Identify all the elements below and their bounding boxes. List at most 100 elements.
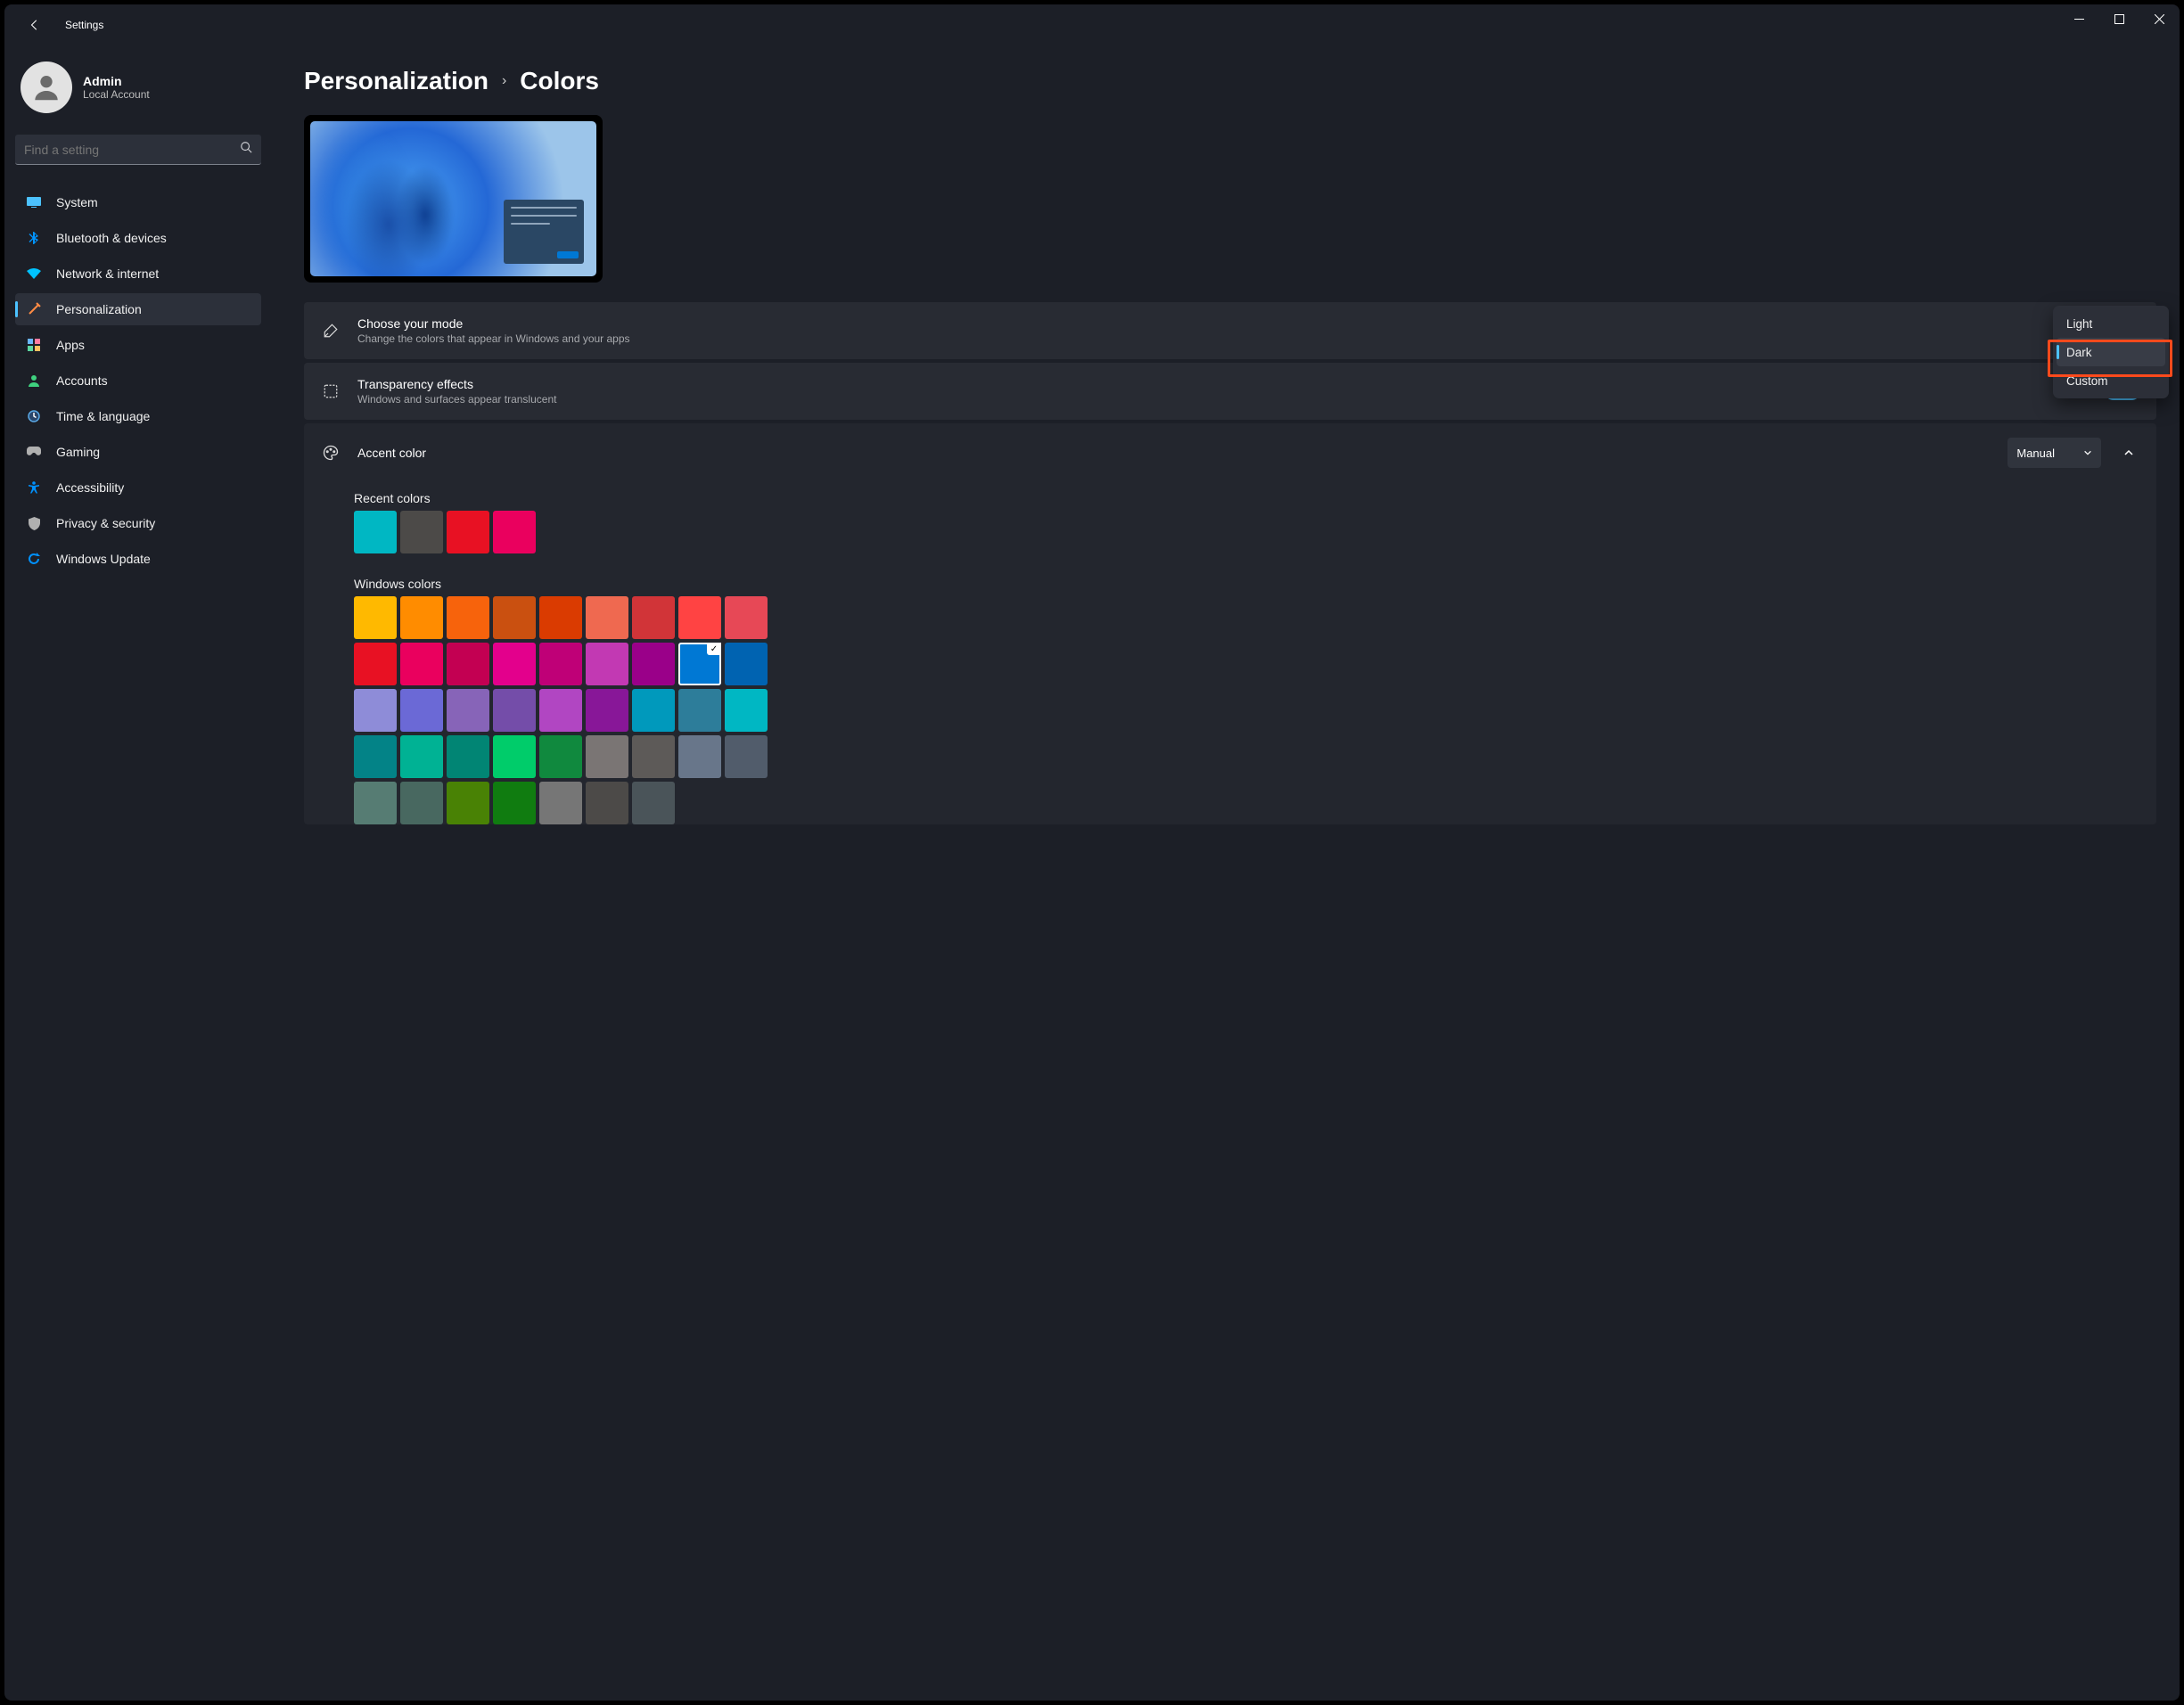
color-swatch[interactable] — [447, 643, 489, 685]
gaming-icon — [26, 444, 42, 460]
back-button[interactable] — [17, 11, 53, 39]
color-swatch[interactable] — [632, 689, 675, 732]
account-sub: Local Account — [83, 88, 150, 101]
color-swatch[interactable] — [400, 689, 443, 732]
mode-dropdown-flyout: LightDarkCustom — [2053, 306, 2169, 398]
maximize-button[interactable] — [2099, 4, 2139, 33]
time-icon — [26, 408, 42, 424]
recent-colors-label: Recent colors — [354, 491, 2106, 505]
nav-item-bluetooth[interactable]: Bluetooth & devices — [15, 222, 261, 254]
nav-item-personalization[interactable]: Personalization — [15, 293, 261, 325]
accent-mode-dropdown[interactable]: Manual — [2007, 438, 2101, 468]
nav-item-system[interactable]: System — [15, 186, 261, 218]
close-button[interactable] — [2139, 4, 2180, 33]
search-box[interactable] — [15, 135, 261, 165]
color-swatch[interactable] — [678, 643, 721, 685]
minimize-button[interactable] — [2059, 4, 2099, 33]
windows-colors-label: Windows colors — [354, 577, 2106, 591]
mode-option-custom[interactable]: Custom — [2057, 366, 2165, 395]
color-swatch[interactable] — [725, 689, 768, 732]
color-swatch[interactable] — [400, 735, 443, 778]
choose-mode-row[interactable]: Choose your mode Change the colors that … — [304, 302, 2156, 359]
personalization-icon — [26, 301, 42, 317]
color-swatch[interactable] — [632, 735, 675, 778]
color-swatch[interactable] — [400, 643, 443, 685]
color-swatch[interactable] — [447, 782, 489, 824]
accent-color-row[interactable]: Accent color Manual — [304, 423, 2156, 482]
nav-label: Apps — [56, 338, 85, 352]
nav-item-apps[interactable]: Apps — [15, 329, 261, 361]
nav-label: Gaming — [56, 445, 100, 459]
nav-item-accounts[interactable]: Accounts — [15, 365, 261, 397]
nav-label: Accounts — [56, 373, 108, 388]
breadcrumb: Personalization › Colors — [304, 67, 2156, 95]
color-swatch[interactable] — [678, 735, 721, 778]
system-icon — [26, 194, 42, 210]
nav-item-network[interactable]: Network & internet — [15, 258, 261, 290]
window-title: Settings — [65, 19, 103, 31]
chevron-right-icon: › — [502, 73, 506, 89]
color-swatch[interactable] — [354, 735, 397, 778]
search-input[interactable] — [24, 143, 240, 157]
color-swatch[interactable] — [447, 596, 489, 639]
breadcrumb-parent[interactable]: Personalization — [304, 67, 489, 95]
color-swatch[interactable] — [400, 782, 443, 824]
color-swatch[interactable] — [725, 596, 768, 639]
accessibility-icon — [26, 480, 42, 496]
recent-color-swatch[interactable] — [354, 511, 397, 553]
recent-color-swatch[interactable] — [447, 511, 489, 553]
color-swatch[interactable] — [539, 735, 582, 778]
color-swatch[interactable] — [354, 782, 397, 824]
color-swatch[interactable] — [493, 643, 536, 685]
mode-option-light[interactable]: Light — [2057, 309, 2165, 338]
color-swatch[interactable] — [632, 782, 675, 824]
accent-collapse-chevron[interactable] — [2117, 441, 2140, 464]
recent-color-swatch[interactable] — [493, 511, 536, 553]
nav-label: System — [56, 195, 98, 209]
color-swatch[interactable] — [447, 689, 489, 732]
color-swatch[interactable] — [493, 735, 536, 778]
update-icon — [26, 551, 42, 567]
color-swatch[interactable] — [447, 735, 489, 778]
nav-item-update[interactable]: Windows Update — [15, 543, 261, 575]
desktop-preview — [304, 115, 603, 283]
color-swatch[interactable] — [493, 596, 536, 639]
color-swatch[interactable] — [539, 643, 582, 685]
color-swatch[interactable] — [354, 596, 397, 639]
nav-label: Network & internet — [56, 266, 159, 281]
color-swatch[interactable] — [586, 782, 628, 824]
color-swatch[interactable] — [725, 643, 768, 685]
nav-item-privacy[interactable]: Privacy & security — [15, 507, 261, 539]
mode-sub: Change the colors that appear in Windows… — [357, 332, 2140, 345]
transparency-icon — [320, 381, 341, 402]
color-swatch[interactable] — [632, 643, 675, 685]
color-swatch[interactable] — [493, 689, 536, 732]
apps-icon — [26, 337, 42, 353]
color-swatch[interactable] — [632, 596, 675, 639]
nav-label: Windows Update — [56, 552, 151, 566]
color-swatch[interactable] — [586, 689, 628, 732]
nav-item-gaming[interactable]: Gaming — [15, 436, 261, 468]
avatar[interactable] — [21, 61, 72, 113]
recent-color-swatch[interactable] — [400, 511, 443, 553]
color-swatch[interactable] — [678, 689, 721, 732]
color-swatch[interactable] — [400, 596, 443, 639]
color-swatch[interactable] — [678, 596, 721, 639]
nav-label: Personalization — [56, 302, 142, 316]
nav-item-accessibility[interactable]: Accessibility — [15, 471, 261, 504]
color-swatch[interactable] — [354, 689, 397, 732]
color-swatch[interactable] — [586, 643, 628, 685]
color-swatch[interactable] — [354, 643, 397, 685]
nav-item-time[interactable]: Time & language — [15, 400, 261, 432]
mode-option-dark[interactable]: Dark — [2057, 338, 2165, 366]
color-swatch[interactable] — [725, 735, 768, 778]
nav-label: Privacy & security — [56, 516, 155, 530]
privacy-icon — [26, 515, 42, 531]
color-swatch[interactable] — [539, 689, 582, 732]
color-swatch[interactable] — [586, 596, 628, 639]
color-swatch[interactable] — [586, 735, 628, 778]
transparency-title: Transparency effects — [357, 377, 2059, 391]
color-swatch[interactable] — [539, 782, 582, 824]
color-swatch[interactable] — [493, 782, 536, 824]
color-swatch[interactable] — [539, 596, 582, 639]
